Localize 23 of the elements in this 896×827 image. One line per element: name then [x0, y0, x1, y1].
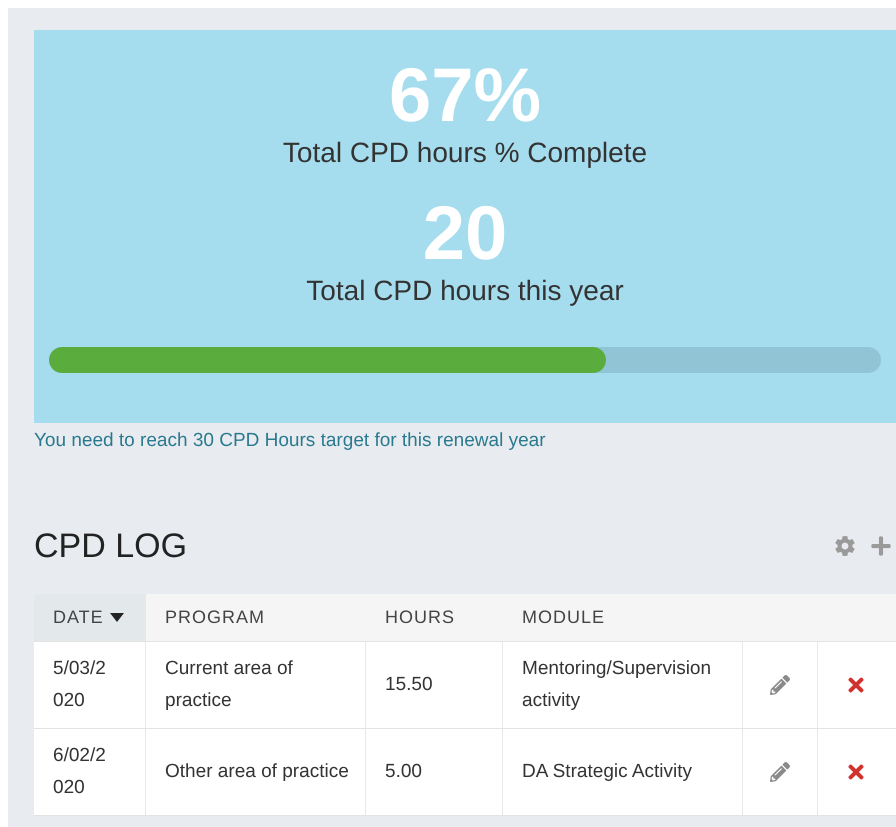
edit-icon[interactable] — [770, 762, 790, 782]
settings-icon[interactable] — [834, 534, 856, 556]
hours-value: 20 — [422, 194, 508, 274]
column-header[interactable]: PROGRAM — [146, 594, 366, 640]
hours-label: Total CPD hours this year — [306, 274, 624, 308]
table-cell-text: 5.00 — [385, 760, 422, 784]
sort-down-icon — [110, 612, 124, 622]
table-cell-text: DA Strategic Activity — [522, 760, 694, 784]
table-cell-text: Current area of practice — [165, 656, 294, 712]
target-note: You need to reach 30 CPD Hours target for this renewal year — [34, 429, 547, 453]
table-cell-text: 15.50 — [385, 672, 433, 696]
plus-icon[interactable] — [870, 534, 892, 556]
column-header[interactable]: HOURS — [366, 594, 503, 640]
percent-value: 67% — [388, 56, 542, 136]
column-header[interactable]: MODULE — [503, 594, 743, 640]
table-cell-text: Other area of practice — [165, 760, 349, 784]
edit-icon[interactable] — [770, 674, 790, 694]
column-header[interactable]: DATE — [34, 594, 146, 640]
log-title: CPD LOG — [34, 526, 188, 566]
table-cell-text: 6/02/2020 — [53, 744, 107, 800]
percent-label: Total CPD hours % Complete — [282, 136, 648, 170]
table-cell-text: 5/03/2020 — [53, 656, 107, 712]
table-cell-text: Mentoring/Supervision activity — [522, 656, 712, 712]
